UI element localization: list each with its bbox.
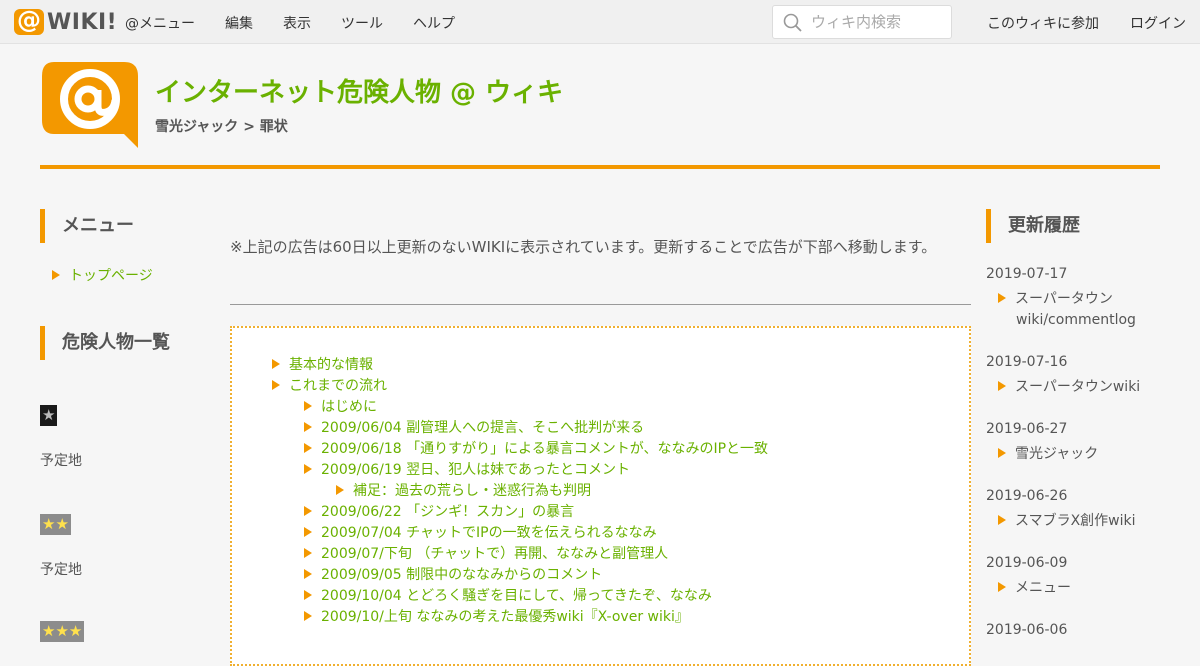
toc-item-label: 2009/06/18 「通りすがり」による暴言コメントが、ななみのIPと一致 bbox=[321, 441, 769, 457]
toc-item[interactable]: 基本的な情報 bbox=[272, 354, 373, 374]
bullet-triangle-icon bbox=[304, 569, 312, 579]
bullet-triangle-icon bbox=[304, 464, 312, 474]
history-item[interactable]: スーパータウンwiki/commentlog bbox=[998, 289, 1178, 331]
rating-three-star-icon: ★★★ bbox=[40, 621, 85, 642]
header-divider bbox=[40, 165, 1160, 169]
search-box[interactable] bbox=[772, 5, 952, 39]
bullet-triangle-icon bbox=[304, 443, 312, 453]
bullet-triangle-icon bbox=[998, 381, 1006, 391]
history-date: 2019-06-26 bbox=[986, 488, 1068, 504]
history-date: 2019-07-17 bbox=[986, 266, 1068, 282]
dangerous-people-heading: 危険人物一覧 bbox=[40, 326, 170, 360]
toc-item[interactable]: 2009/06/19 翌日、犯人は妹であったとコメント bbox=[304, 459, 630, 479]
history-item[interactable]: スーパータウンwiki bbox=[998, 377, 1178, 398]
wiki-logo-icon[interactable] bbox=[40, 60, 140, 150]
history-item-label: スーパータウンwiki bbox=[1015, 379, 1141, 395]
breadcrumb-parent-link[interactable]: 雪光ジャック bbox=[155, 119, 238, 135]
sidebar-item-label: トップページ bbox=[69, 268, 153, 284]
toc-item-label: 2009/07/下旬 （チャットで）再開、ななみと副管理人 bbox=[321, 546, 669, 562]
history-date: 2019-07-16 bbox=[986, 354, 1068, 370]
bullet-triangle-icon bbox=[304, 422, 312, 432]
sidebar-item-top-page[interactable]: トップページ bbox=[52, 265, 153, 285]
toc-item[interactable]: これまでの流れ bbox=[272, 375, 387, 395]
bullet-triangle-icon bbox=[998, 448, 1006, 458]
bullet-triangle-icon bbox=[272, 380, 280, 390]
toc-item-label: 補足：過去の荒らし・迷惑行為も判明 bbox=[353, 483, 591, 499]
nav-edit[interactable]: 編集 bbox=[225, 13, 253, 33]
history-item-label: 雪光ジャック bbox=[1015, 446, 1099, 462]
toc-item-label: 2009/07/04 チャットでIPの一致を伝えられるななみ bbox=[321, 525, 657, 541]
at-logo-icon bbox=[14, 6, 44, 35]
breadcrumb: 雪光ジャック > 罪状 bbox=[155, 116, 288, 136]
menu-heading: メニュー bbox=[40, 209, 134, 243]
history-item[interactable]: メニュー bbox=[998, 578, 1178, 599]
bullet-triangle-icon bbox=[998, 293, 1006, 303]
toc-item-label: 2009/06/22 「ジンギ！スカン」の暴言 bbox=[321, 504, 575, 520]
toc-item-label: 2009/06/19 翌日、犯人は妹であったとコメント bbox=[321, 462, 631, 478]
nav-tools[interactable]: ツール bbox=[341, 13, 383, 33]
history-item-label: スーパータウンwiki/commentlog bbox=[1015, 291, 1136, 328]
history-date: 2019-06-09 bbox=[986, 555, 1068, 571]
history-date: 2019-06-27 bbox=[986, 421, 1068, 437]
toc-item[interactable]: 2009/09/05 制限中のななみからのコメント bbox=[304, 564, 602, 584]
bullet-triangle-icon bbox=[304, 527, 312, 537]
search-icon bbox=[783, 13, 802, 32]
rating-two-label: 予定地 bbox=[40, 562, 82, 578]
toc-item[interactable]: 2009/07/04 チャットでIPの一致を伝えられるななみ bbox=[304, 522, 657, 542]
history-item-label: メニュー bbox=[1015, 580, 1071, 596]
atwiki-logo[interactable]: WIKI! bbox=[14, 6, 118, 35]
toc-item[interactable]: 2009/10/上旬 ななみの考えた最優秀wiki『X-over wiki』 bbox=[304, 606, 689, 626]
bullet-triangle-icon bbox=[52, 270, 60, 280]
bullet-triangle-icon bbox=[272, 359, 280, 369]
bullet-triangle-icon bbox=[336, 485, 344, 495]
table-of-contents: 基本的な情報 これまでの流れはじめに 2009/06/04 副管理人への提言、そこへ… bbox=[230, 326, 971, 666]
toc-item[interactable]: 2009/06/04 副管理人への提言、そこへ批判が来る bbox=[304, 417, 644, 437]
bullet-triangle-icon bbox=[304, 590, 312, 600]
breadcrumb-current: 罪状 bbox=[259, 119, 288, 135]
toc-item[interactable]: はじめに bbox=[304, 396, 377, 416]
toc-item-label: 2009/10/04 とどろく騒ぎを目にして、帰ってきたぞ、ななみ bbox=[321, 588, 712, 604]
join-wiki-link[interactable]: このウィキに参加 bbox=[987, 13, 1099, 33]
toc-item[interactable]: 2009/10/04 とどろく騒ぎを目にして、帰ってきたぞ、ななみ bbox=[304, 585, 712, 605]
toc-item[interactable]: 2009/06/22 「ジンギ！スカン」の暴言 bbox=[304, 501, 574, 521]
rating-two-star-icon: ★★ bbox=[40, 514, 71, 535]
toc-item[interactable]: 2009/07/下旬 （チャットで）再開、ななみと副管理人 bbox=[304, 543, 668, 563]
ad-notice: ※上記の広告は60日以上更新のないWIKIに表示されています。更新することで広告… bbox=[230, 238, 937, 256]
toc-item-label: これまでの流れ bbox=[289, 378, 387, 394]
nav-menu[interactable]: @メニュー bbox=[125, 13, 195, 33]
toc-item[interactable]: 2009/06/18 「通りすがり」による暴言コメントが、ななみのIPと一致 bbox=[304, 438, 768, 458]
breadcrumb-separator: > bbox=[243, 119, 255, 135]
toc-item-label: 2009/06/04 副管理人への提言、そこへ批判が来る bbox=[321, 420, 645, 436]
logo-text: WIKI! bbox=[47, 9, 118, 35]
login-link[interactable]: ログイン bbox=[1130, 13, 1186, 33]
rating-one-label: 予定地 bbox=[40, 453, 82, 469]
history-item[interactable]: スマブラX創作wiki bbox=[998, 511, 1178, 532]
history-item[interactable]: 雪光ジャック bbox=[998, 444, 1178, 465]
bullet-triangle-icon bbox=[304, 506, 312, 516]
bullet-triangle-icon bbox=[304, 548, 312, 558]
content-divider bbox=[230, 304, 971, 305]
toc-item-label: 2009/10/上旬 ななみの考えた最優秀wiki『X-over wiki』 bbox=[321, 609, 689, 625]
toc-item-label: はじめに bbox=[321, 399, 377, 415]
nav-help[interactable]: ヘルプ bbox=[413, 13, 455, 33]
bullet-triangle-icon bbox=[998, 515, 1006, 525]
update-history-heading: 更新履歴 bbox=[986, 209, 1080, 243]
history-date: 2019-06-06 bbox=[986, 622, 1068, 638]
toc-item[interactable]: 補足：過去の荒らし・迷惑行為も判明 bbox=[336, 480, 591, 500]
bullet-triangle-icon bbox=[304, 611, 312, 621]
site-title[interactable]: インターネット危険人物 @ ウィキ bbox=[155, 72, 563, 109]
toc-item-label: 基本的な情報 bbox=[289, 357, 373, 373]
bullet-triangle-icon bbox=[998, 582, 1006, 592]
nav-view[interactable]: 表示 bbox=[283, 13, 311, 33]
search-input[interactable] bbox=[811, 12, 945, 32]
history-item-label: スマブラX創作wiki bbox=[1015, 513, 1136, 529]
top-bar: WIKI! @メニュー 編集 表示 ツール ヘルプ このウィキに参加 ログイン bbox=[0, 0, 1200, 44]
rating-one-star-icon: ★ bbox=[40, 405, 58, 426]
bullet-triangle-icon bbox=[304, 401, 312, 411]
toc-item-label: 2009/09/05 制限中のななみからのコメント bbox=[321, 567, 603, 583]
